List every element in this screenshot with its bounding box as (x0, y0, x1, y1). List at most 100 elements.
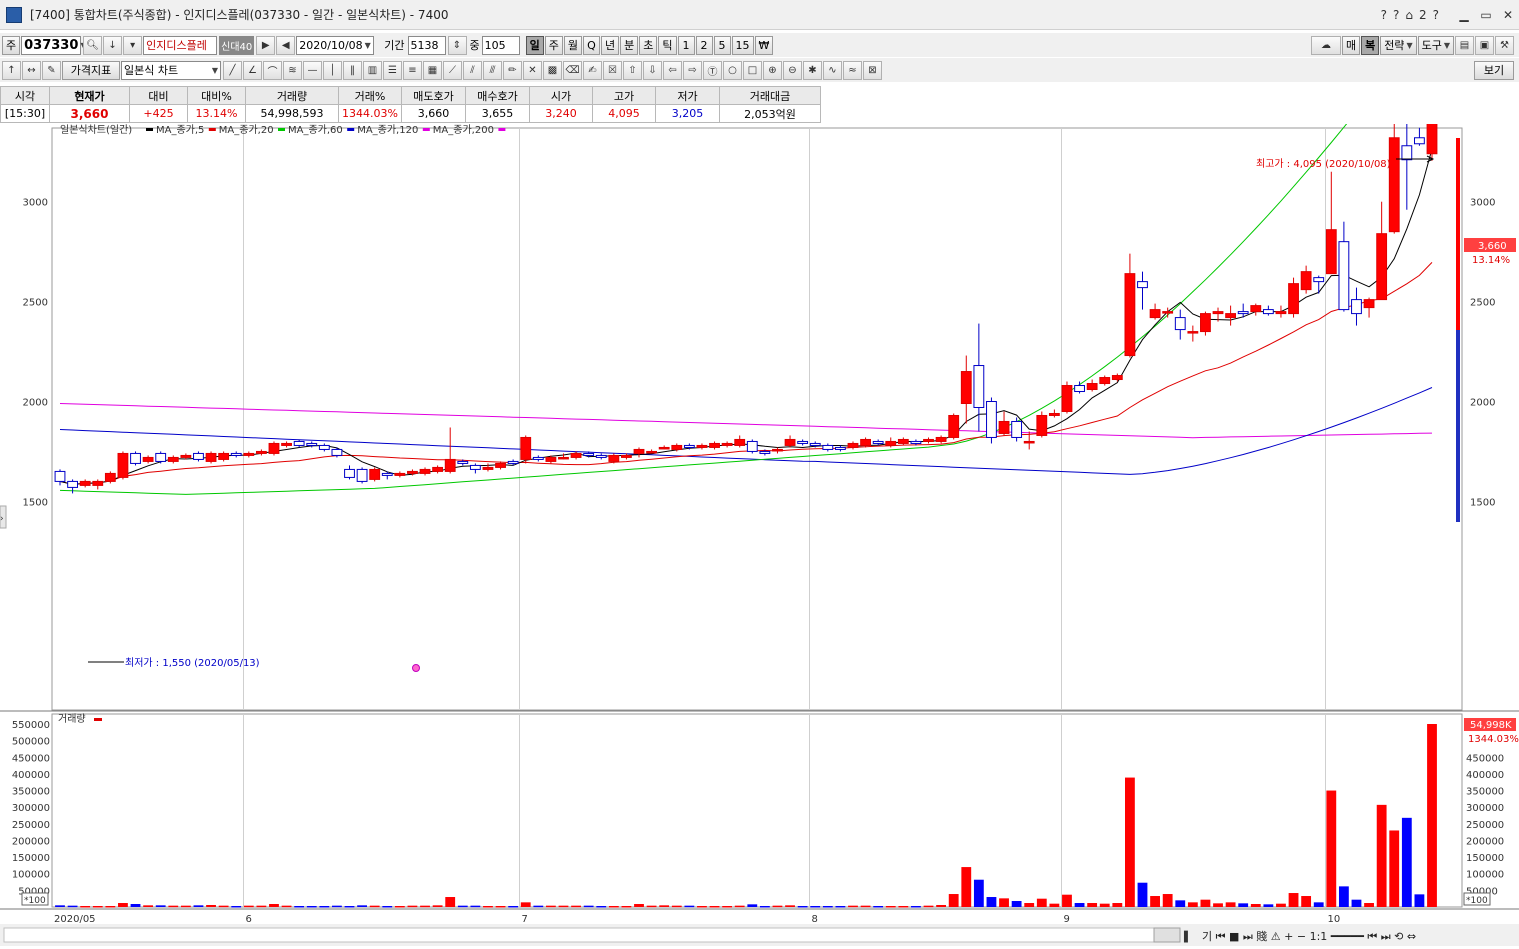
legend-item-label: MA_종가,200 (433, 124, 494, 136)
folder-icon[interactable]: ▤ (1455, 35, 1474, 55)
buy-sell-button[interactable]: 매 (1341, 35, 1361, 55)
period-input[interactable]: 5138 (407, 35, 446, 55)
market-select[interactable]: 주 (2, 35, 21, 55)
date-input[interactable]: 2020/10/08 ▼ (296, 35, 375, 55)
period-quarter-button[interactable]: Q (583, 35, 600, 55)
arrow-up-tool-icon[interactable]: ⇧ (623, 60, 642, 80)
trend-line-icon[interactable]: ⟋ (443, 60, 462, 80)
horizontal-lines-icon[interactable]: ≡ (403, 60, 422, 80)
scroll-thumb[interactable] (1153, 927, 1181, 943)
link-icon[interactable]: ? (1381, 8, 1387, 22)
period-tick-button[interactable]: 틱 (658, 35, 677, 55)
help-icon[interactable]: ? (1393, 8, 1399, 22)
cloud-icon[interactable]: ☁ (1310, 35, 1341, 55)
rectangle-tool-icon[interactable]: □ (743, 60, 762, 80)
edit-icon[interactable]: ✎ (42, 60, 61, 80)
stock-code-input[interactable]: 037330▼ (21, 35, 87, 55)
save-icon[interactable]: ▣ (1475, 35, 1494, 55)
close-button[interactable]: ✕ (1497, 7, 1519, 23)
parallel-lines-icon[interactable]: ⫽ (463, 60, 482, 80)
interval-1-button[interactable]: 1 (677, 35, 695, 55)
volume-bar (533, 905, 544, 908)
count-input[interactable]: 105 (481, 35, 520, 55)
chevron-down-icon[interactable]: ▼ (212, 66, 218, 75)
pencil-icon[interactable]: ✏ (503, 60, 522, 80)
wave-pattern-icon[interactable]: ≈ (843, 60, 862, 80)
period-day-button[interactable]: 일 (525, 35, 544, 55)
zoom-out-icon[interactable]: ⊖ (783, 60, 802, 80)
strategy-button[interactable]: 전략 ▼ (1380, 35, 1417, 55)
text-tool-icon[interactable]: Ⓣ (703, 60, 722, 80)
legend: MA_종가,5 MA_종가,20 MA_종가,60 MA_종가,120 MA_종가,20… (146, 124, 506, 136)
list-lines-icon[interactable]: ☰ (383, 60, 402, 80)
currency-button[interactable]: ₩ (754, 35, 774, 55)
arrow-left-tool-icon[interactable]: ⇦ (663, 60, 682, 80)
zoom-icon[interactable]: ⊕ (763, 60, 782, 80)
fan-tool-icon[interactable]: ≋ (283, 60, 302, 80)
volume-bar (80, 906, 91, 908)
maximize-button[interactable]: ▭ (1475, 7, 1497, 23)
scroll-track[interactable] (3, 927, 1155, 943)
y-tick-label: 3000 (23, 198, 48, 209)
compound-button[interactable]: 복 (1361, 35, 1380, 55)
line-tool-icon[interactable]: ╱ (223, 60, 242, 80)
chevron-down-icon[interactable]: ▼ (365, 41, 371, 50)
vertical-lines-icon[interactable]: ‖ (343, 60, 362, 80)
interval-15-button[interactable]: 15 (731, 35, 754, 55)
wrench-icon[interactable]: ⚒ (1495, 35, 1514, 55)
cross-tool-icon[interactable]: ✕ (523, 60, 542, 80)
period-month-button[interactable]: 월 (563, 35, 582, 55)
minimize-button[interactable]: ▁ (1453, 7, 1475, 23)
tools-button[interactable]: 도구 ▼ (1417, 35, 1454, 55)
angle-tool-icon[interactable]: ∠ (243, 60, 262, 80)
period-minute-button[interactable]: 분 (620, 35, 639, 55)
view-button[interactable]: 보기 (1474, 60, 1514, 80)
wave-icon[interactable]: ∿ (823, 60, 842, 80)
vertical-line-icon[interactable]: │ (323, 60, 342, 80)
volume-bar (457, 905, 468, 908)
price-indicator-button[interactable]: 가격지표 (62, 60, 120, 80)
chart-area[interactable]: 2020/05 6 7 8 9 10 1500 1500 2000 2000 2500 2500 300… (0, 0, 1519, 946)
period-week-button[interactable]: 주 (544, 35, 563, 55)
period-year-button[interactable]: 년 (601, 35, 620, 55)
candle-body (583, 452, 595, 456)
interval-5-button[interactable]: 5 (713, 35, 731, 55)
arrow-up-icon[interactable]: ↑ (2, 60, 21, 80)
eraser-icon[interactable]: ⌫ (563, 60, 582, 80)
search-icon[interactable]: 🔍︎ (83, 35, 103, 55)
delete-all-icon[interactable]: ☒ (603, 60, 622, 80)
stepper-icon[interactable]: ⇕ (447, 35, 467, 55)
interval-2-button[interactable]: 2 (695, 35, 713, 55)
screen-count-icon[interactable]: 2 (1419, 8, 1427, 22)
pin-icon[interactable]: ? (1433, 8, 1439, 22)
chart-type-select[interactable]: 일본식 차트 ▼ (121, 60, 221, 80)
side-panel-toggle-icon[interactable]: › (0, 514, 4, 524)
play-icon[interactable]: ▶ (256, 35, 276, 55)
home-icon[interactable]: ⌂ (1405, 8, 1413, 22)
candlestick-chart[interactable]: 2020/05 6 7 8 9 10 1500 1500 2000 2000 2500 2500 300… (0, 0, 1519, 946)
note-icon[interactable]: ✍ (583, 60, 602, 80)
nav-controls[interactable]: 기 ⏮ ■ ⏭ 賤 ⚠ + − 1:1 ━━━━━ ⏮ ⏭ ⟲ ⇔ (1202, 929, 1416, 943)
scroll-end-icon[interactable]: ▌ (1183, 930, 1192, 943)
volume-bar (445, 897, 456, 907)
channel-icon[interactable]: ⫻ (483, 60, 502, 80)
candle-body (1275, 311, 1287, 315)
grid-lines-icon[interactable]: ▥ (363, 60, 382, 80)
arrows-horizontal-icon[interactable]: ↔ (22, 60, 41, 80)
fibonacci-icon[interactable]: ▦ (423, 60, 442, 80)
sort-icon[interactable]: ↓ (103, 35, 123, 55)
arrow-right-tool-icon[interactable]: ⇨ (683, 60, 702, 80)
close-tool-icon[interactable]: ⊠ (863, 60, 882, 80)
magnet-icon[interactable]: ✱ (803, 60, 822, 80)
back-icon[interactable]: ◀ (276, 35, 296, 55)
horizontal-line-icon[interactable]: — (303, 60, 322, 80)
candle-body (1048, 412, 1060, 416)
arrow-down-tool-icon[interactable]: ⇩ (643, 60, 662, 80)
volume-bar (243, 905, 254, 908)
period-second-button[interactable]: 초 (639, 35, 658, 55)
stock-name-field[interactable]: 인지디스플레 (143, 35, 218, 55)
chevron-down-icon[interactable]: ▾ (123, 35, 143, 55)
circle-tool-icon[interactable]: ○ (723, 60, 742, 80)
arc-tool-icon[interactable]: ⌒ (263, 60, 282, 80)
color-palette-icon[interactable]: ▩ (543, 60, 562, 80)
